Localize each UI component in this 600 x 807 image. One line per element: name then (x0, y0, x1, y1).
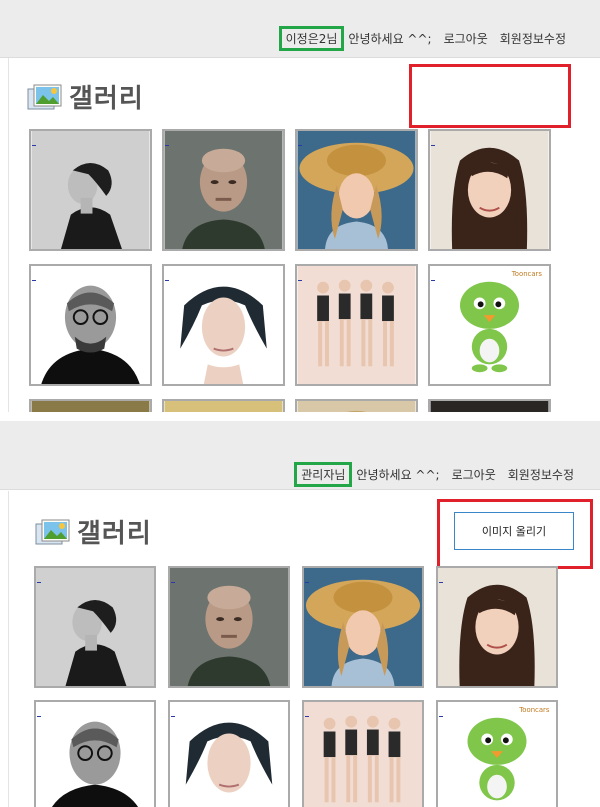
thumbnail-girl-straw-hat[interactable] (302, 566, 424, 688)
thumbnail-bald-man[interactable] (162, 129, 285, 251)
greeting-text: 안녕하세요 ^^; (356, 468, 440, 482)
thumbnail-girl-group[interactable] (295, 264, 418, 386)
gallery-icon (35, 519, 70, 544)
upload-image-button[interactable]: 이미지 올리기 (454, 512, 574, 550)
panel-separator (0, 412, 600, 421)
header-bar: 이정은2님 안녕하세요 ^^; 로그아웃 회원정보수정 (0, 0, 600, 58)
thumbnail-partial-1[interactable] (29, 399, 152, 412)
thumbnail-woman-dark-hair[interactable] (168, 700, 290, 807)
username-label: 관리자님 (294, 462, 353, 487)
thumbnail-girl-group[interactable] (302, 700, 424, 807)
user-menu: 관리자님 안녕하세요 ^^; 로그아웃 회원정보수정 (294, 462, 574, 487)
thumbnail-asian-woman-smile[interactable] (436, 566, 558, 688)
thumbnail-green-cartoon[interactable]: Tooncars (428, 264, 551, 386)
logout-link[interactable]: 로그아웃 (452, 466, 496, 483)
thumbnail-partial-4[interactable] (428, 399, 551, 412)
gallery-icon (27, 84, 62, 109)
gallery-content: 갤러리 이미지 올리기 Tooncars (8, 491, 600, 807)
admin-view-panel: 관리자님 안녕하세요 ^^; 로그아웃 회원정보수정 갤러리 이미지 올리기 T… (0, 421, 600, 807)
user-menu: 이정은2님 안녕하세요 ^^; 로그아웃 회원정보수정 (278, 26, 566, 51)
thumbnail-woman-bw-profile[interactable] (29, 129, 152, 251)
empty-upload-area-highlight (409, 64, 571, 128)
thumbnail-man-bw-glasses[interactable] (34, 700, 156, 807)
greeting-text: 안녕하세요 ^^; (348, 32, 432, 46)
gallery-content: 갤러리 Tooncars (8, 58, 600, 412)
page-title: 갤러리 (77, 519, 152, 549)
thumbnail-watermark: Tooncars (511, 270, 543, 278)
thumbnail-partial-2[interactable] (162, 399, 285, 412)
user-view-panel: 이정은2님 안녕하세요 ^^; 로그아웃 회원정보수정 갤러리 Tooncars (0, 0, 600, 412)
edit-profile-link[interactable]: 회원정보수정 (500, 30, 566, 47)
page-heading: 갤러리 (27, 78, 144, 115)
thumbnail-woman-dark-hair[interactable] (162, 264, 285, 386)
username-label: 이정은2님 (278, 26, 345, 51)
page-heading: 갤러리 (35, 513, 152, 550)
thumbnail-partial-3[interactable] (295, 399, 418, 412)
thumbnail-man-bw-glasses[interactable] (29, 264, 152, 386)
logout-link[interactable]: 로그아웃 (444, 30, 488, 47)
edit-profile-link[interactable]: 회원정보수정 (508, 466, 574, 483)
thumbnail-woman-bw-profile[interactable] (34, 566, 156, 688)
thumbnail-girl-straw-hat[interactable] (295, 129, 418, 251)
page-title: 갤러리 (69, 84, 144, 114)
thumbnail-asian-woman-smile[interactable] (428, 129, 551, 251)
thumbnail-watermark: Tooncars (518, 706, 550, 714)
thumbnail-bald-man[interactable] (168, 566, 290, 688)
thumbnail-grid: Tooncars (34, 566, 558, 807)
thumbnail-grid: Tooncars (29, 129, 551, 412)
header-bar: 관리자님 안녕하세요 ^^; 로그아웃 회원정보수정 (0, 421, 600, 490)
thumbnail-green-cartoon[interactable]: Tooncars (436, 700, 558, 807)
